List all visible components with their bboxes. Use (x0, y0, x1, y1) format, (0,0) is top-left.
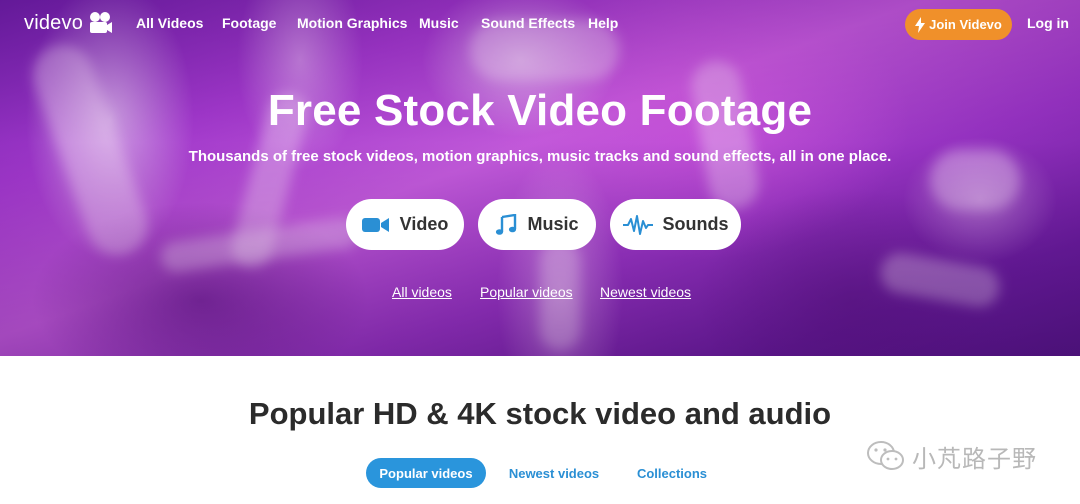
sound-wave-icon (622, 214, 653, 235)
tab-popular-videos[interactable]: Popular videos (366, 458, 486, 488)
logo-text: videvo (24, 11, 84, 34)
watermark-text: 小芃路子野 (912, 444, 1037, 473)
sounds-button-label: Sounds (662, 214, 729, 234)
join-button[interactable]: Join Videvo (905, 9, 1012, 40)
hero-banner (0, 0, 1080, 356)
nav-all-videos[interactable]: All Videos (136, 15, 203, 31)
video-category-button[interactable]: Video (346, 199, 464, 250)
login-link[interactable]: Log in (1027, 15, 1069, 31)
lightning-icon (915, 16, 926, 33)
nav-footage[interactable]: Footage (222, 15, 276, 31)
video-camera-icon (361, 217, 389, 232)
hero-subtitle: Thousands of free stock videos, motion g… (188, 148, 892, 165)
join-button-label: Join Videvo (929, 17, 1002, 32)
tab-collections[interactable]: Collections (628, 458, 716, 488)
videvo-logo[interactable]: videvo (24, 9, 113, 37)
wechat-watermark: 小芃路子野 (866, 438, 1037, 474)
top-navigation: videvo All Videos Footage Motion Graphic… (0, 0, 1080, 48)
tab-newest-videos[interactable]: Newest videos (500, 458, 608, 488)
music-category-button[interactable]: Music (478, 199, 596, 250)
section-heading: Popular HD & 4K stock video and audio (248, 396, 832, 431)
nav-music[interactable]: Music (419, 15, 459, 31)
sounds-category-button[interactable]: Sounds (610, 199, 741, 250)
hero-title: Free Stock Video Footage (267, 86, 813, 135)
newest-videos-link[interactable]: Newest videos (600, 284, 691, 300)
camera-logo-icon (90, 12, 113, 33)
popular-videos-link[interactable]: Popular videos (480, 284, 573, 300)
music-button-label: Music (527, 214, 579, 234)
nav-motion-graphics[interactable]: Motion Graphics (297, 15, 407, 31)
wechat-icon (867, 441, 904, 470)
nav-sound-effects[interactable]: Sound Effects (481, 15, 575, 31)
music-note-icon (496, 213, 517, 235)
nav-help[interactable]: Help (588, 15, 618, 31)
video-button-label: Video (399, 214, 449, 234)
all-videos-link[interactable]: All videos (392, 284, 452, 300)
